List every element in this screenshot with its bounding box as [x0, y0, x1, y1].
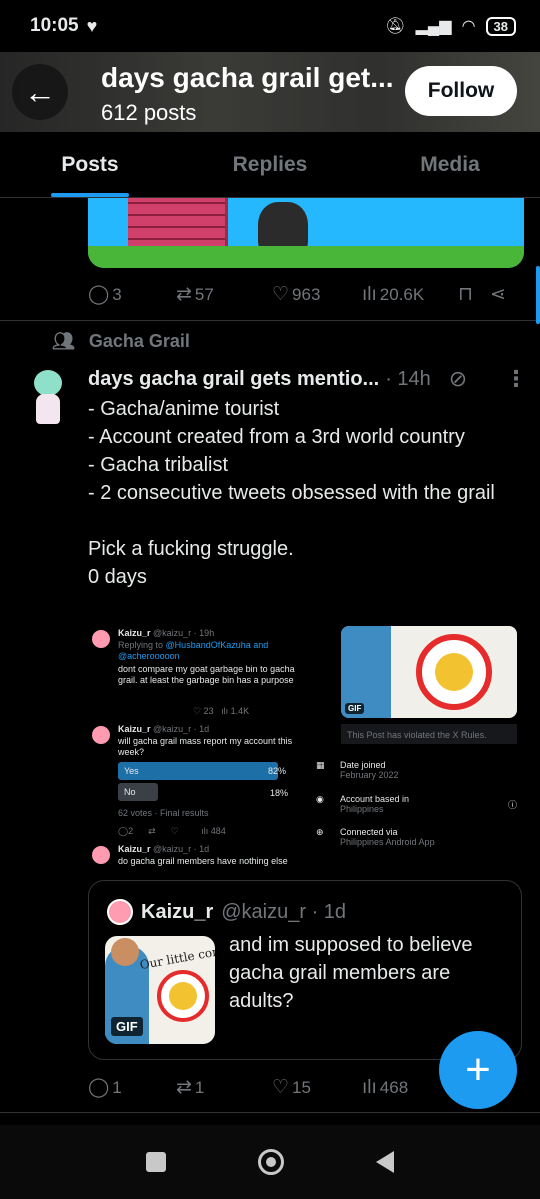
- arrow-left-icon: ←: [24, 73, 56, 110]
- previous-post-media[interactable]: [88, 198, 524, 268]
- scrollbar[interactable]: [536, 266, 540, 324]
- avatar: [92, 846, 110, 864]
- plus-icon: +: [465, 1045, 491, 1094]
- poll-no-bar: No: [118, 783, 158, 801]
- avatar[interactable]: [26, 368, 70, 428]
- quoted-gif[interactable]: Our little comedian GIF: [105, 936, 215, 1044]
- bookmark-button[interactable]: ⊓: [458, 283, 490, 306]
- quoted-author-name: Kaizu_r: [141, 900, 214, 923]
- heart-icon: ♡: [272, 1077, 290, 1098]
- repost-icon: ⇄: [176, 1077, 192, 1098]
- views-button[interactable]: ılı 20.6K: [362, 284, 458, 306]
- bookmark-icon: ⊓: [458, 284, 473, 305]
- tab-replies[interactable]: Replies: [180, 132, 360, 197]
- poll-yes-bar: Yes: [118, 762, 278, 780]
- repost-button[interactable]: ⇄ 57: [176, 283, 272, 306]
- signal-icon: ▂▄▆: [415, 18, 452, 35]
- gif-badge: GIF: [345, 703, 365, 714]
- profile-tabs: Posts Replies Media: [0, 132, 540, 198]
- post-divider: [0, 1112, 540, 1113]
- post-image[interactable]: Kaizu_r @kaizu_r · 19h Replying to @Husb…: [88, 622, 520, 874]
- views-icon: ılı: [362, 283, 377, 305]
- reply-icon: ◯: [88, 284, 110, 305]
- reply-icon: ◯: [88, 1077, 110, 1098]
- battery-icon: 38: [485, 16, 516, 36]
- share-button[interactable]: ⋖: [490, 283, 506, 306]
- posts-count: 612 posts: [101, 100, 197, 125]
- like-button[interactable]: ♡ 15: [272, 1076, 362, 1099]
- info-icon: ⓘ: [508, 800, 518, 810]
- post-actions: ◯ 1 ⇄ 1 ♡ 15 ılı 468: [88, 1076, 448, 1099]
- wifi-icon: ◠: [461, 18, 476, 35]
- compose-button[interactable]: +: [439, 1031, 517, 1109]
- mute-icon: 🔕︎: [385, 18, 406, 35]
- quoted-meta: @kaizu_r · 1d: [221, 900, 347, 923]
- post-time: · 14h: [385, 367, 431, 390]
- status-time: 10:05: [30, 15, 79, 36]
- home-button[interactable]: [258, 1149, 284, 1175]
- tab-posts[interactable]: Posts: [0, 132, 180, 197]
- reply-button[interactable]: ◯ 3: [88, 283, 176, 306]
- calendar-icon: ▦: [316, 760, 325, 770]
- more-options-icon[interactable]: ⋮: [505, 366, 527, 392]
- repost-button[interactable]: ⇄ 1: [176, 1076, 272, 1099]
- back-nav-button[interactable]: [376, 1151, 394, 1173]
- follow-button[interactable]: Follow: [405, 66, 517, 116]
- back-button[interactable]: ←: [12, 64, 68, 120]
- heart-icon: ♥: [86, 15, 98, 36]
- system-nav-bar: [0, 1125, 540, 1199]
- location-icon: ◉: [316, 794, 324, 804]
- quoted-text: and im supposed to believe gacha grail m…: [229, 934, 473, 1012]
- globe-icon: ⊕: [316, 827, 324, 837]
- avatar: [107, 899, 133, 925]
- community-icon: 👥︎: [52, 331, 75, 351]
- reply-button[interactable]: ◯ 1: [88, 1076, 176, 1099]
- author-name[interactable]: days gacha grail gets mentio...: [88, 368, 379, 391]
- post-header: days gacha grail gets mentio... · 14h ⊘: [88, 366, 467, 392]
- views-button[interactable]: ılı 468: [362, 1077, 408, 1099]
- avatar: [92, 630, 110, 648]
- tab-indicator: [51, 193, 129, 197]
- post-text: - Gacha/anime tourist - Account created …: [88, 398, 495, 588]
- profile-header: ← days gacha grail get... 612 posts Foll…: [0, 52, 540, 132]
- grok-icon[interactable]: ⊘: [449, 366, 467, 392]
- recents-button[interactable]: [146, 1152, 166, 1172]
- heart-icon: ♡: [272, 284, 290, 305]
- views-icon: ılı: [362, 1076, 377, 1098]
- tab-media[interactable]: Media: [360, 132, 540, 197]
- gif-thumbnail: GIF: [341, 626, 517, 718]
- profile-title: days gacha grail get...: [101, 62, 394, 93]
- share-icon: ⋖: [490, 284, 506, 305]
- previous-post-actions: ◯ 3 ⇄ 57 ♡ 963 ılı 20.6K ⊓ ⋖: [88, 283, 518, 306]
- avatar: [92, 726, 110, 744]
- repost-icon: ⇄: [176, 284, 192, 305]
- status-bar: 10:05 ♥ 🔕︎ ▂▄▆ ◠ 38: [0, 0, 540, 52]
- gif-badge: GIF: [111, 1017, 143, 1036]
- post-divider: [0, 320, 540, 321]
- quoted-post[interactable]: Kaizu_r @kaizu_r · 1d Our little comedia…: [88, 880, 522, 1060]
- status-icons: 🔕︎ ▂▄▆ ◠ 38: [385, 16, 516, 36]
- community-label[interactable]: 👥︎ Gacha Grail: [52, 331, 190, 352]
- gif-caption: Our little comedian: [138, 937, 215, 973]
- like-button[interactable]: ♡ 963: [272, 283, 362, 306]
